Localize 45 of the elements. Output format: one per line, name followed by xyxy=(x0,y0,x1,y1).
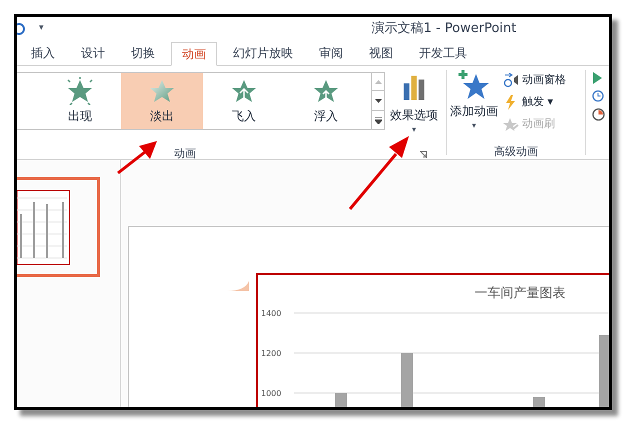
axis-tick-label: 1200 xyxy=(261,349,282,358)
animation-effect[interactable]: 淡出 xyxy=(121,73,203,129)
ribbon-tab[interactable]: 插入 xyxy=(21,41,65,65)
pane-icon xyxy=(503,72,519,88)
group-label: 高级动画 xyxy=(494,144,538,160)
ribbon-button[interactable]: 触发 ▾ xyxy=(503,92,566,112)
group-label: 动画 xyxy=(174,146,196,162)
star-brush-icon xyxy=(503,116,519,132)
play-icon[interactable] xyxy=(592,72,602,84)
clock-icon[interactable] xyxy=(592,90,604,102)
star-burst-icon xyxy=(65,77,95,105)
ribbon-tab[interactable]: 开发工具 xyxy=(409,41,477,65)
undo-icon[interactable] xyxy=(17,22,25,36)
ribbon-tab[interactable]: 视图 xyxy=(359,41,403,65)
chart-bar xyxy=(599,335,609,407)
ribbon-tab[interactable]: 幻灯片放映 xyxy=(223,41,303,65)
bar-chart[interactable]: 一车间产量图表 1000 1200 1400 xyxy=(256,273,609,407)
ribbon-button[interactable]: 动画窗格 xyxy=(503,70,566,90)
chart-bar xyxy=(335,393,347,407)
more-arrow-icon xyxy=(374,116,382,124)
ribbon-tab[interactable]: 切换 xyxy=(121,41,165,65)
star-plus-icon xyxy=(458,70,490,100)
animation-effect[interactable]: 出现 xyxy=(39,73,121,129)
add-animation-button[interactable]: 添加动画 ▾ xyxy=(447,70,501,138)
chart-title: 一车间产量图表 xyxy=(474,286,566,301)
more-button[interactable] xyxy=(372,111,385,130)
chart-bar xyxy=(533,397,545,407)
axis-tick-label: 1000 xyxy=(261,389,282,398)
down-arrow-icon xyxy=(374,98,382,102)
chart-bar xyxy=(401,353,413,407)
axis-tick-label: 1400 xyxy=(261,309,282,318)
ribbon-tab[interactable]: 动画 xyxy=(171,42,217,66)
ribbon-tab[interactable]: 设计 xyxy=(71,41,115,65)
bar-chart-icon xyxy=(403,74,425,100)
dialog-launcher-icon[interactable] xyxy=(420,150,427,158)
up-arrow-icon xyxy=(374,80,382,84)
effect-options-button[interactable]: 效果选项 ▾ xyxy=(388,72,440,134)
quick-access-menu[interactable]: ▾ xyxy=(39,22,44,36)
animation-effect[interactable]: 浮入 xyxy=(285,73,367,129)
timer-icon[interactable] xyxy=(592,108,605,121)
window-title: 演示文稿1 - PowerPoint xyxy=(372,20,516,38)
scroll-down-button[interactable] xyxy=(372,91,385,111)
slide-thumbnail[interactable] xyxy=(17,177,100,277)
animation-effect[interactable]: 飞入 xyxy=(203,73,285,129)
ribbon-tab[interactable]: 审阅 xyxy=(309,41,353,65)
